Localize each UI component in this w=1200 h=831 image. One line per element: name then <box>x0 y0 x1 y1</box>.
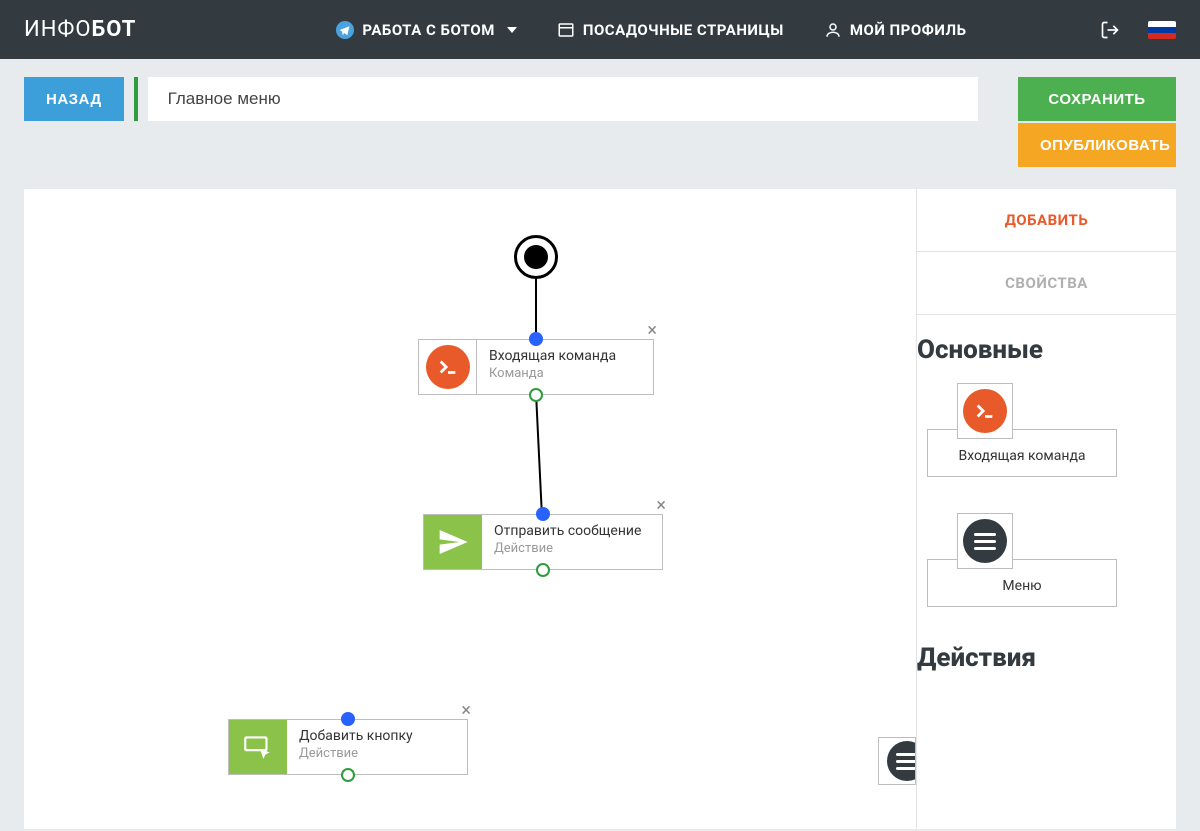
publish-button[interactable]: ОПУБЛИКОВАТЬ <box>1018 123 1176 167</box>
port-out[interactable] <box>529 388 543 402</box>
nav-label: МОЙ ПРОФИЛЬ <box>850 21 967 39</box>
close-icon[interactable]: × <box>656 495 666 516</box>
edge-n1-n2 <box>533 393 545 517</box>
canvas[interactable]: Входящая команда Команда × Отправить соо… <box>24 189 916 829</box>
palette-label: Меню <box>927 559 1117 607</box>
node-add-button[interactable]: Добавить кнопку Действие × <box>228 719 468 775</box>
logo-text-light: ИНФО <box>24 17 92 42</box>
node-title: Входящая команда <box>489 348 623 364</box>
section-basic: Основные Входящая команда Меню Действия <box>917 315 1176 701</box>
paper-plane-icon <box>424 515 482 569</box>
close-icon[interactable]: × <box>461 700 471 721</box>
nav-landing-pages[interactable]: ПОСАДОЧНЫЕ СТРАНИЦЫ <box>557 21 784 39</box>
terminal-icon <box>419 340 477 394</box>
chevron-down-icon <box>507 27 517 33</box>
save-button[interactable]: СОХРАНИТЬ <box>1018 77 1176 121</box>
back-button[interactable]: НАЗАД <box>24 77 124 121</box>
tab-properties[interactable]: СВОЙСТВА <box>917 252 1176 315</box>
port-out[interactable] <box>536 563 550 577</box>
user-icon <box>824 21 842 39</box>
logo: ИНФОБОТ <box>24 17 136 42</box>
port-out[interactable] <box>341 768 355 782</box>
node-title: Добавить кнопку <box>299 728 433 744</box>
sidebar: ДОБАВИТЬ СВОЙСТВА Основные Входящая кома… <box>916 189 1176 829</box>
menu-icon <box>896 753 916 770</box>
divider <box>134 77 138 121</box>
tab-add[interactable]: ДОБАВИТЬ <box>917 189 1176 252</box>
node-incoming-command[interactable]: Входящая команда Команда × <box>418 339 654 395</box>
section-heading: Основные <box>917 335 1156 365</box>
flow-title-input[interactable] <box>148 77 978 121</box>
palette-label: Входящая команда <box>927 429 1117 477</box>
nav-profile[interactable]: МОЙ ПРОФИЛЬ <box>824 21 967 39</box>
nav-label: ПОСАДОЧНЫЕ СТРАНИЦЫ <box>583 21 784 39</box>
palette-incoming-command[interactable]: Входящая команда <box>917 383 1156 487</box>
node-send-message[interactable]: Отправить сообщение Действие × <box>423 514 663 570</box>
port-in[interactable] <box>341 712 355 726</box>
port-in[interactable] <box>536 507 550 521</box>
section-heading: Действия <box>917 643 1156 673</box>
logout-icon[interactable] <box>1100 20 1120 40</box>
nav-work-with-bot[interactable]: РАБОТА С БОТОМ <box>336 21 516 39</box>
node-subtitle: Действие <box>299 746 433 761</box>
nav-label: РАБОТА С БОТОМ <box>362 21 494 39</box>
close-icon[interactable]: × <box>647 320 657 341</box>
telegram-icon <box>336 21 354 39</box>
menu-icon <box>963 519 1007 563</box>
app-header: ИНФОБОТ РАБОТА С БОТОМ ПОСАДОЧНЫЕ СТРАНИ… <box>0 0 1200 59</box>
page-icon <box>557 21 575 39</box>
main-nav: РАБОТА С БОТОМ ПОСАДОЧНЫЕ СТРАНИЦЫ МОЙ П… <box>336 21 966 39</box>
palette-menu[interactable]: Меню <box>917 513 1156 617</box>
header-right <box>1100 20 1176 40</box>
node-title: Отправить сообщение <box>494 523 641 539</box>
action-buttons: СОХРАНИТЬ ОПУБЛИКОВАТЬ <box>1018 77 1176 167</box>
node-partial[interactable] <box>878 737 916 785</box>
toolbar: НАЗАД СОХРАНИТЬ ОПУБЛИКОВАТЬ <box>0 59 1200 167</box>
node-subtitle: Действие <box>494 541 641 556</box>
node-subtitle: Команда <box>489 366 623 381</box>
logo-text-bold: БОТ <box>92 17 137 42</box>
main: Входящая команда Команда × Отправить соо… <box>24 189 1176 829</box>
language-flag-ru[interactable] <box>1148 21 1176 39</box>
start-node[interactable] <box>514 235 558 279</box>
button-click-icon <box>229 720 287 774</box>
terminal-icon <box>963 389 1007 433</box>
port-in[interactable] <box>529 332 543 346</box>
